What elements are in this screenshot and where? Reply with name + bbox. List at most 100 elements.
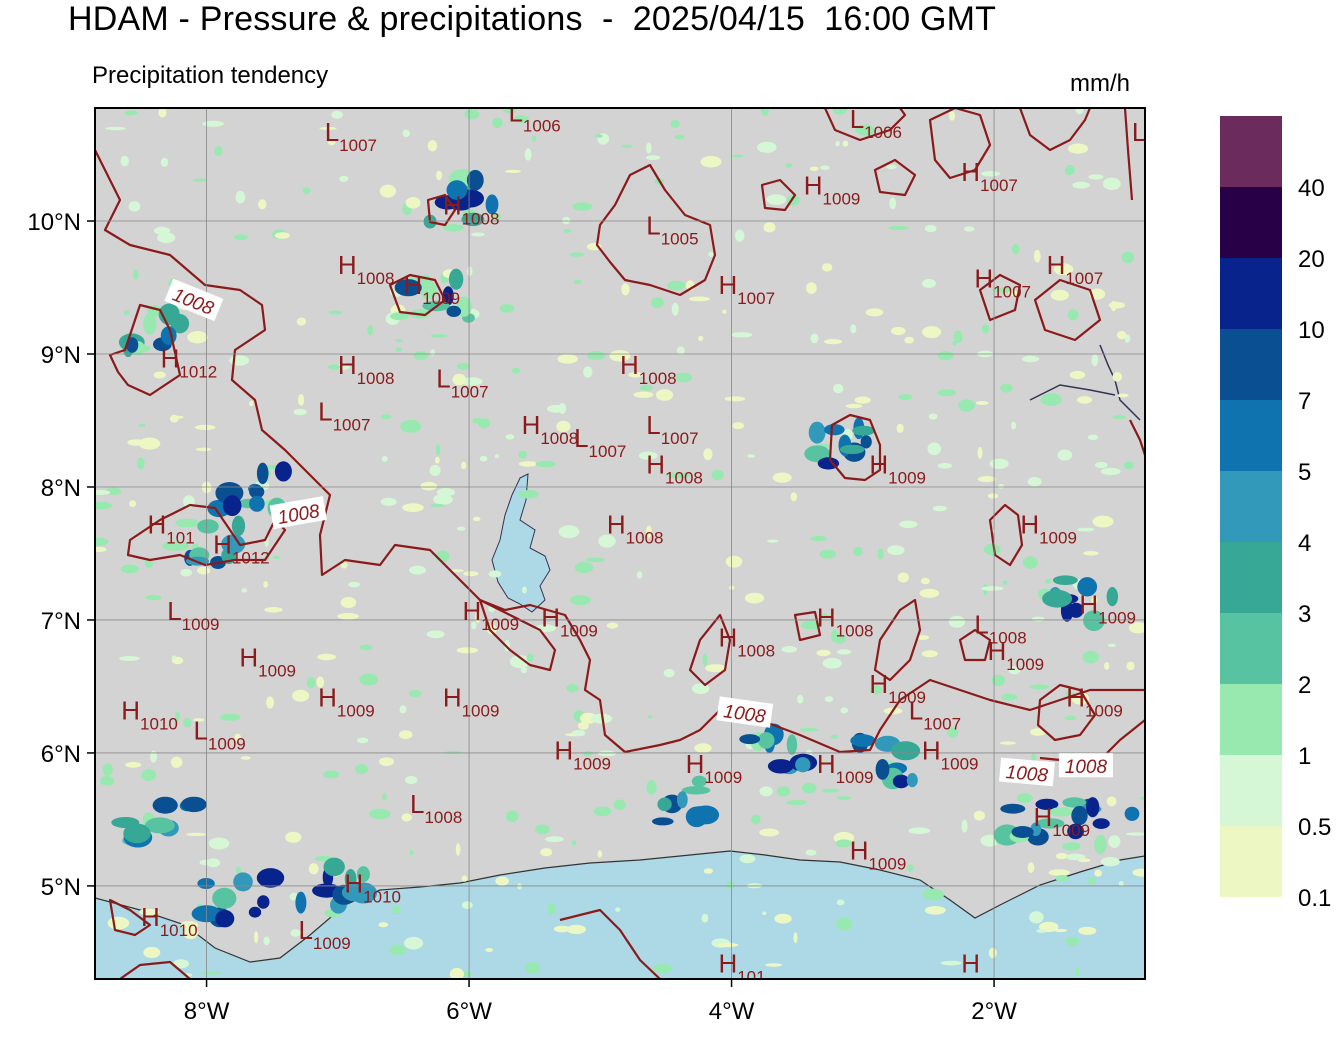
legend-level-label: 0.5 xyxy=(1298,814,1331,841)
precip-cell xyxy=(264,607,283,613)
svg-text:1008: 1008 xyxy=(1005,762,1049,787)
precip-cell xyxy=(1106,796,1117,807)
precip-cell xyxy=(435,456,440,464)
precip-cell xyxy=(797,694,804,704)
precip-cell xyxy=(181,796,207,813)
precip-cell xyxy=(1044,578,1052,584)
precip-cell xyxy=(266,696,275,709)
precip-cell xyxy=(786,800,808,806)
precip-cell xyxy=(937,351,954,361)
precip-cell xyxy=(520,489,539,499)
precip-cell xyxy=(120,564,139,574)
precip-cell xyxy=(920,577,930,585)
precip-cell xyxy=(472,516,481,522)
precip-cell xyxy=(128,201,141,212)
precip-cell xyxy=(505,434,515,440)
precip-cell xyxy=(355,764,368,775)
precip-cell xyxy=(667,280,686,291)
precip-cell xyxy=(983,543,1001,556)
precip-cell xyxy=(1064,164,1075,176)
precip-cell xyxy=(517,883,522,890)
precip-cell xyxy=(821,788,840,793)
precip-cell xyxy=(123,310,130,316)
precip-cell xyxy=(837,924,847,929)
precip-cell xyxy=(505,810,519,823)
precip-cell xyxy=(1069,370,1086,380)
precip-cell xyxy=(928,413,938,420)
precip-cell xyxy=(248,906,262,918)
precip-cell xyxy=(762,911,767,916)
precip-cell xyxy=(495,876,510,886)
precip-cell xyxy=(633,391,654,398)
precip-cell xyxy=(405,776,418,784)
legend-swatch xyxy=(1220,187,1282,258)
precip-cell xyxy=(302,187,311,195)
precip-cell xyxy=(1108,301,1126,309)
precip-cell xyxy=(877,548,884,560)
precip-cell xyxy=(398,730,413,740)
precip-cell xyxy=(95,490,111,495)
precip-cell xyxy=(621,283,630,296)
precip-cell xyxy=(1121,251,1135,263)
lon-tick-label: 4°W xyxy=(709,998,755,1025)
precip-cell xyxy=(801,782,817,794)
precip-cell xyxy=(359,673,378,686)
precip-cell xyxy=(655,389,674,401)
precip-cell xyxy=(461,901,473,909)
precip-cell xyxy=(466,266,473,277)
precip-cell xyxy=(150,750,157,763)
precip-cell xyxy=(646,780,657,795)
precip-cell xyxy=(886,164,897,170)
precip-cell xyxy=(703,868,714,874)
precip-cell xyxy=(865,308,884,317)
precip-cell xyxy=(229,355,250,366)
precip-cell xyxy=(732,422,744,430)
precip-cell xyxy=(1057,449,1073,461)
precip-cell xyxy=(977,476,996,483)
precip-cell xyxy=(663,668,675,678)
precip-cell xyxy=(1050,289,1069,301)
precip-cell xyxy=(904,336,914,344)
legend-level-label: 2 xyxy=(1298,672,1311,699)
precip-cell xyxy=(759,828,779,837)
precip-cell xyxy=(574,562,594,574)
precip-cell xyxy=(381,456,388,462)
precip-cell xyxy=(1112,415,1126,419)
precip-cell xyxy=(785,163,793,168)
precip-cell xyxy=(571,840,577,846)
precip-cell xyxy=(805,849,817,856)
precip-cell xyxy=(615,907,621,912)
precip-cell xyxy=(119,656,140,661)
precip-cell xyxy=(525,962,540,974)
precip-cell xyxy=(991,674,1005,686)
precip-cell xyxy=(379,757,394,766)
precip-cell xyxy=(652,963,673,974)
precip-cell xyxy=(833,383,844,394)
precip-cell xyxy=(522,586,527,594)
precip-cell xyxy=(413,351,429,361)
precip-cell xyxy=(187,331,208,344)
precip-cell xyxy=(786,734,798,755)
precip-cell xyxy=(257,895,270,909)
precip-cell xyxy=(1065,853,1086,861)
precip-cell xyxy=(430,334,448,338)
precip-cell xyxy=(647,715,653,719)
precip-cell xyxy=(175,518,200,528)
precip-cell xyxy=(1027,862,1035,874)
precip-cell xyxy=(989,458,1009,469)
precip-cell xyxy=(597,850,603,858)
precip-cell xyxy=(328,310,343,315)
precip-cell xyxy=(606,622,619,629)
precip-cell xyxy=(772,472,792,483)
precip-cell xyxy=(765,963,783,967)
precip-cell xyxy=(170,756,183,768)
precip-cell xyxy=(382,792,387,801)
precip-cell xyxy=(842,140,849,147)
precip-cell xyxy=(906,773,918,788)
precip-cell xyxy=(646,142,652,154)
precip-cell xyxy=(1132,868,1145,877)
precip-cell xyxy=(940,960,962,966)
precip-cell xyxy=(429,464,441,476)
precip-cell xyxy=(747,454,755,458)
precip-cell xyxy=(948,110,956,121)
